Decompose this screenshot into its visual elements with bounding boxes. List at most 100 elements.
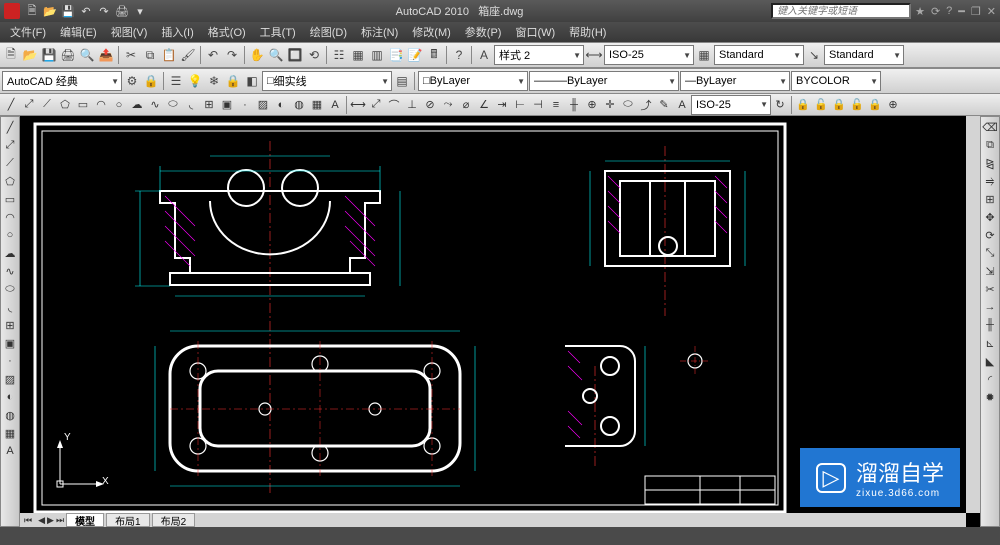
zoom-rt-icon[interactable]: 🔍 [267, 46, 285, 64]
move-icon[interactable]: ✥ [982, 209, 998, 225]
menu-view[interactable]: 视图(V) [105, 22, 154, 42]
break-icon[interactable]: ╫ [982, 317, 998, 333]
dim-ord-icon[interactable]: ⊥ [403, 96, 421, 114]
arc-icon[interactable]: ◠ [2, 209, 18, 225]
center-icon[interactable]: ✛ [601, 96, 619, 114]
dim-base-icon[interactable]: ⊢ [511, 96, 529, 114]
xline-icon[interactable]: ⤢ [2, 137, 18, 153]
lock3-icon[interactable]: 🔒 [830, 96, 848, 114]
menu-param[interactable]: 参数(P) [459, 22, 508, 42]
new-icon[interactable]: 🗎 [24, 3, 40, 19]
vertical-scrollbar[interactable] [966, 116, 980, 513]
region-icon[interactable]: ◍ [2, 407, 18, 423]
chamfer-icon[interactable]: ◣ [982, 353, 998, 369]
layer-freeze-icon[interactable]: ❄ [205, 72, 223, 90]
redo-icon[interactable]: ↷ [223, 46, 241, 64]
table-icon[interactable]: ▦ [695, 46, 713, 64]
qat-more-icon[interactable]: ▾ [132, 3, 148, 19]
tab-nav-prev-icon[interactable]: ◀ [38, 515, 45, 526]
annotation-style-dropdown[interactable]: 样式 2 [494, 45, 584, 65]
dim-tedit-icon[interactable]: A [673, 96, 691, 114]
inspect-icon[interactable]: ⬭ [619, 96, 637, 114]
ws-settings-icon[interactable]: ⚙ [123, 72, 141, 90]
tab-layout1[interactable]: 布局1 [106, 513, 150, 527]
match-icon[interactable]: 🖌 [179, 46, 197, 64]
save-icon[interactable]: 💾 [60, 3, 76, 19]
tab-layout2[interactable]: 布局2 [152, 513, 196, 527]
qcalc-icon[interactable]: 🖩 [425, 46, 443, 64]
polygon-icon[interactable]: ⬠ [56, 96, 74, 114]
search-input[interactable] [771, 3, 911, 19]
ellipse-icon[interactable]: ⬭ [164, 96, 182, 114]
dim-aligned-icon[interactable]: ⤢ [367, 96, 385, 114]
mtext-icon[interactable]: A [2, 443, 18, 459]
lock1-icon[interactable]: 🔒 [794, 96, 812, 114]
layer-color-icon[interactable]: ◧ [243, 72, 261, 90]
point-icon[interactable]: · [236, 96, 254, 114]
gradient-icon[interactable]: ◐ [272, 96, 290, 114]
revcloud-icon[interactable]: ☁ [2, 245, 18, 261]
preview-icon[interactable]: 🔍 [78, 46, 96, 64]
pan-icon[interactable]: ✋ [248, 46, 266, 64]
mtext-icon[interactable]: A [326, 96, 344, 114]
ellipse-arc-icon[interactable]: ◟ [182, 96, 200, 114]
drawing-canvas[interactable]: Y X ⏮ ◀ ▶ ⏭ 模型 布局1 布局2 ▷ 溜溜自学 zixue.3d66… [20, 116, 980, 527]
fillet-icon[interactable]: ◜ [982, 371, 998, 387]
offset-icon[interactable]: ⥤ [982, 173, 998, 189]
erase-icon[interactable]: ⌫ [982, 119, 998, 135]
publish-icon[interactable]: 📤 [97, 46, 115, 64]
insert-icon[interactable]: ⊞ [2, 317, 18, 333]
insert-icon[interactable]: ⊞ [200, 96, 218, 114]
cut-icon[interactable]: ✂ [122, 46, 140, 64]
undo-icon[interactable]: ↶ [78, 3, 94, 19]
layer-color-dropdown[interactable]: □ ByLayer [418, 71, 528, 91]
dim-qd-icon[interactable]: ⇥ [493, 96, 511, 114]
menu-insert[interactable]: 插入(I) [155, 22, 199, 42]
linestyle-dropdown[interactable]: ——— ByLayer [529, 71, 679, 91]
pline-icon[interactable]: ⟋ [38, 96, 56, 114]
block-icon[interactable]: ▣ [2, 335, 18, 351]
rect-icon[interactable]: ▭ [74, 96, 92, 114]
menu-window[interactable]: 窗口(W) [509, 22, 561, 42]
tab-nav-last-icon[interactable]: ⏭ [56, 515, 64, 526]
paste-icon[interactable]: 📋 [160, 46, 178, 64]
extend-icon[interactable]: → [982, 299, 998, 315]
layer-mgr-icon[interactable]: ☰ [167, 72, 185, 90]
help2-icon[interactable]: ? [450, 46, 468, 64]
arc-icon[interactable]: ◠ [92, 96, 110, 114]
table2-icon[interactable]: ▦ [308, 96, 326, 114]
open-icon[interactable]: 📂 [42, 3, 58, 19]
lock6-icon[interactable]: ⊕ [884, 96, 902, 114]
tp-icon[interactable]: ▥ [368, 46, 386, 64]
dim-dia-icon[interactable]: ⌀ [457, 96, 475, 114]
ellipse-icon[interactable]: ⬭ [2, 281, 18, 297]
menu-draw[interactable]: 绘图(D) [304, 22, 353, 42]
rotate-icon[interactable]: ⟳ [982, 227, 998, 243]
menu-format[interactable]: 格式(O) [202, 22, 252, 42]
circle-icon[interactable]: ○ [110, 96, 128, 114]
dim-space-icon[interactable]: ≡ [547, 96, 565, 114]
circle-icon[interactable]: ○ [2, 227, 18, 243]
dimstyle-dropdown[interactable]: ISO-25 [604, 45, 694, 65]
lock4-icon[interactable]: 🔓 [848, 96, 866, 114]
ws-lock-icon[interactable]: 🔒 [142, 72, 160, 90]
menu-edit[interactable]: 编辑(E) [54, 22, 103, 42]
dim-rad-icon[interactable]: ⊘ [421, 96, 439, 114]
workspace-dropdown[interactable]: AutoCAD 经典 [2, 71, 122, 91]
layer-state-icon[interactable]: ▤ [393, 72, 411, 90]
lock5-icon[interactable]: 🔒 [866, 96, 884, 114]
dc-icon[interactable]: ▦ [349, 46, 367, 64]
textstyle-dropdown[interactable]: Standard [714, 45, 804, 65]
spline-icon[interactable]: ∿ [146, 96, 164, 114]
hatch-icon[interactable]: ▨ [2, 371, 18, 387]
color-dropdown[interactable]: BYCOLOR [791, 71, 881, 91]
dim-edit-icon[interactable]: ✎ [655, 96, 673, 114]
gradient-icon[interactable]: ◐ [2, 389, 18, 405]
line-icon[interactable]: ╱ [2, 96, 20, 114]
redo-icon[interactable]: ↷ [96, 3, 112, 19]
markup-icon[interactable]: 📝 [406, 46, 424, 64]
menu-help[interactable]: 帮助(H) [563, 22, 612, 42]
array-icon[interactable]: ⊞ [982, 191, 998, 207]
star-icon[interactable]: ★ [915, 5, 925, 18]
open-icon[interactable]: 📂 [21, 46, 39, 64]
